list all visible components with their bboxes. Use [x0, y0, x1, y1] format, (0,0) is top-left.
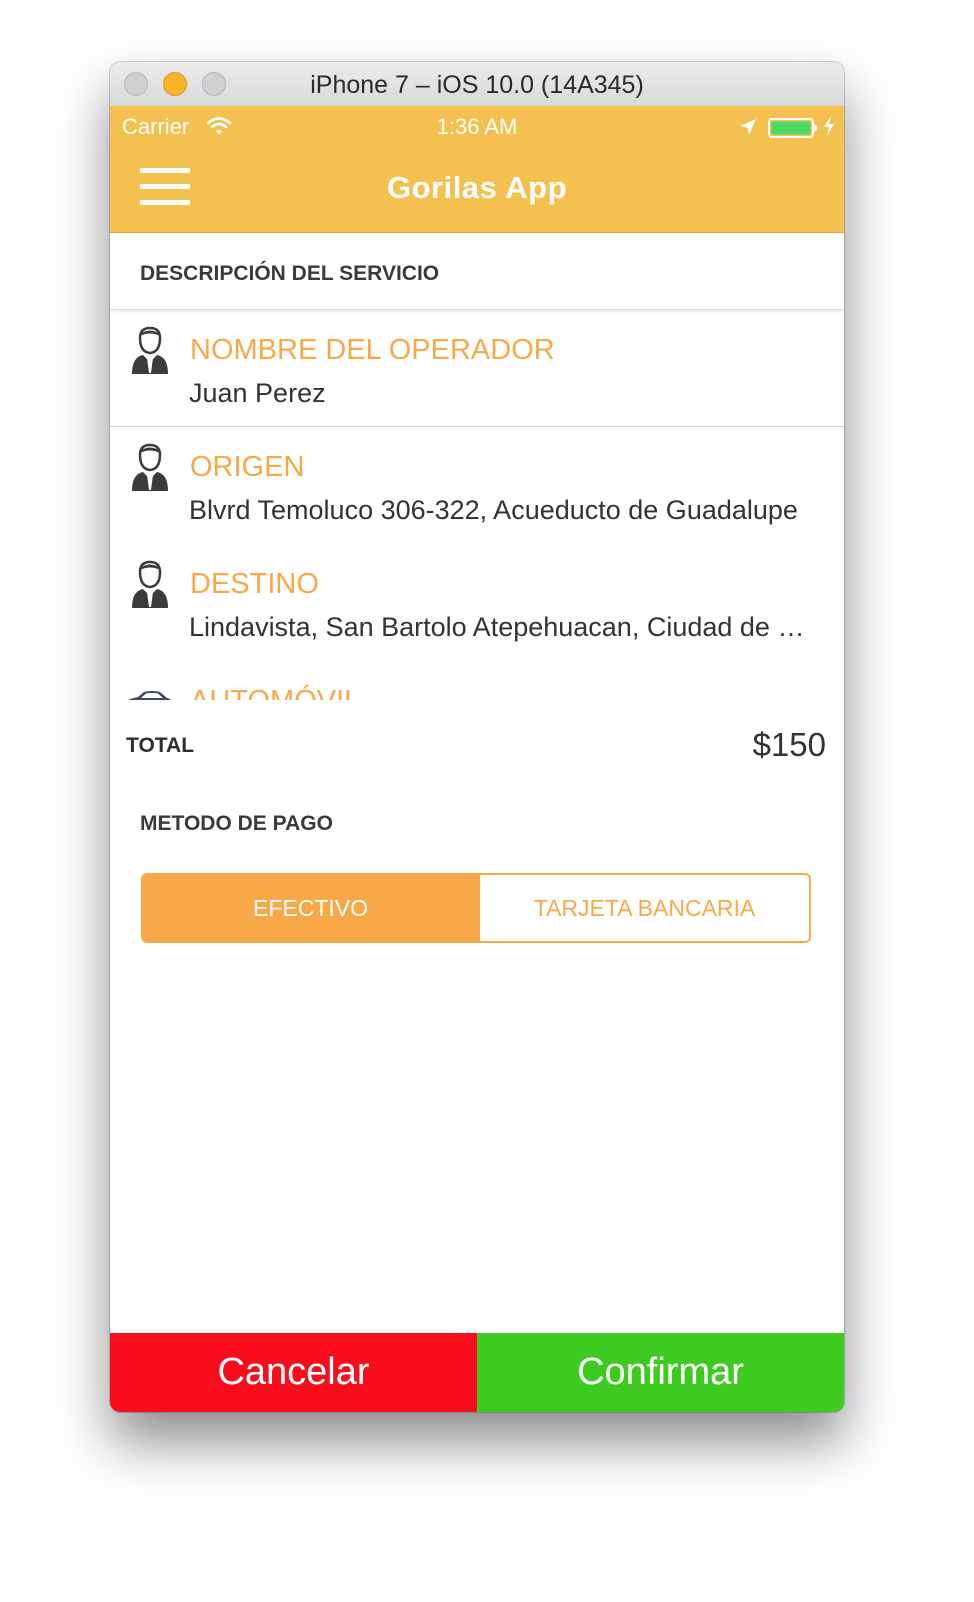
car-icon [128, 691, 171, 700]
charging-bolt-icon [824, 116, 834, 136]
app-title: Gorilas App [386, 170, 568, 205]
operator-label: NOMBRE DEL OPERADOR [190, 334, 555, 366]
window-titlebar: iPhone 7 – iOS 10.0 (14A345) [110, 62, 844, 107]
total-label: TOTAL [126, 734, 195, 757]
status-bar: Carrier 1:36 AM [110, 106, 844, 146]
payment-method-label: METODO DE PAGO [140, 812, 333, 835]
payment-option-cash[interactable]: EFECTIVO [143, 875, 478, 941]
operator-row: NOMBRE DEL OPERADOR Juan Perez [110, 310, 844, 425]
payment-option-card[interactable]: TARJETA BANCARIA [478, 875, 809, 941]
origin-value: Blvrd Temoluco 306-322, Acueducto de Gua… [189, 495, 798, 525]
origin-label: ORIGEN [190, 451, 305, 483]
destination-value: Lindavista, San Bartolo Atepehuacan, Ciu… [189, 612, 821, 642]
location-arrow-icon [740, 119, 756, 135]
service-description-title: DESCRIPCIÓN DEL SERVICIO [140, 262, 440, 285]
status-clock: 1:36 AM [436, 114, 518, 139]
destination-row: DESTINO Lindavista, San Bartolo Atepehua… [110, 544, 844, 661]
service-description-header: DESCRIPCIÓN DEL SERVICIO [110, 233, 844, 310]
destination-label: DESTINO [190, 568, 319, 600]
confirm-button[interactable]: Confirmar [477, 1333, 844, 1412]
cancel-button[interactable]: Cancelar [110, 1333, 477, 1412]
window-title: iPhone 7 – iOS 10.0 (14A345) [310, 71, 644, 99]
total-amount: $150 [752, 726, 826, 763]
simulator-window: iPhone 7 – iOS 10.0 (14A345) Carrier 1:3… [110, 62, 844, 1412]
navigation-bar: Gorilas App [110, 146, 844, 233]
operator-value: Juan Perez [189, 378, 326, 408]
operator-icon [132, 443, 168, 491]
vehicle-row: AUTOMÓVIL [110, 661, 844, 700]
operator-icon [132, 560, 168, 608]
battery-icon [768, 118, 817, 138]
payment-method-selector[interactable]: EFECTIVO TARJETA BANCARIA [141, 873, 811, 943]
operator-icon [132, 326, 168, 374]
vehicle-label: AUTOMÓVIL [190, 685, 360, 700]
origin-row: ORIGEN Blvrd Temoluco 306-322, Acueducto… [110, 427, 844, 544]
service-details-list[interactable]: NOMBRE DEL OPERADOR Juan Perez ORIGEN Bl… [110, 310, 844, 700]
